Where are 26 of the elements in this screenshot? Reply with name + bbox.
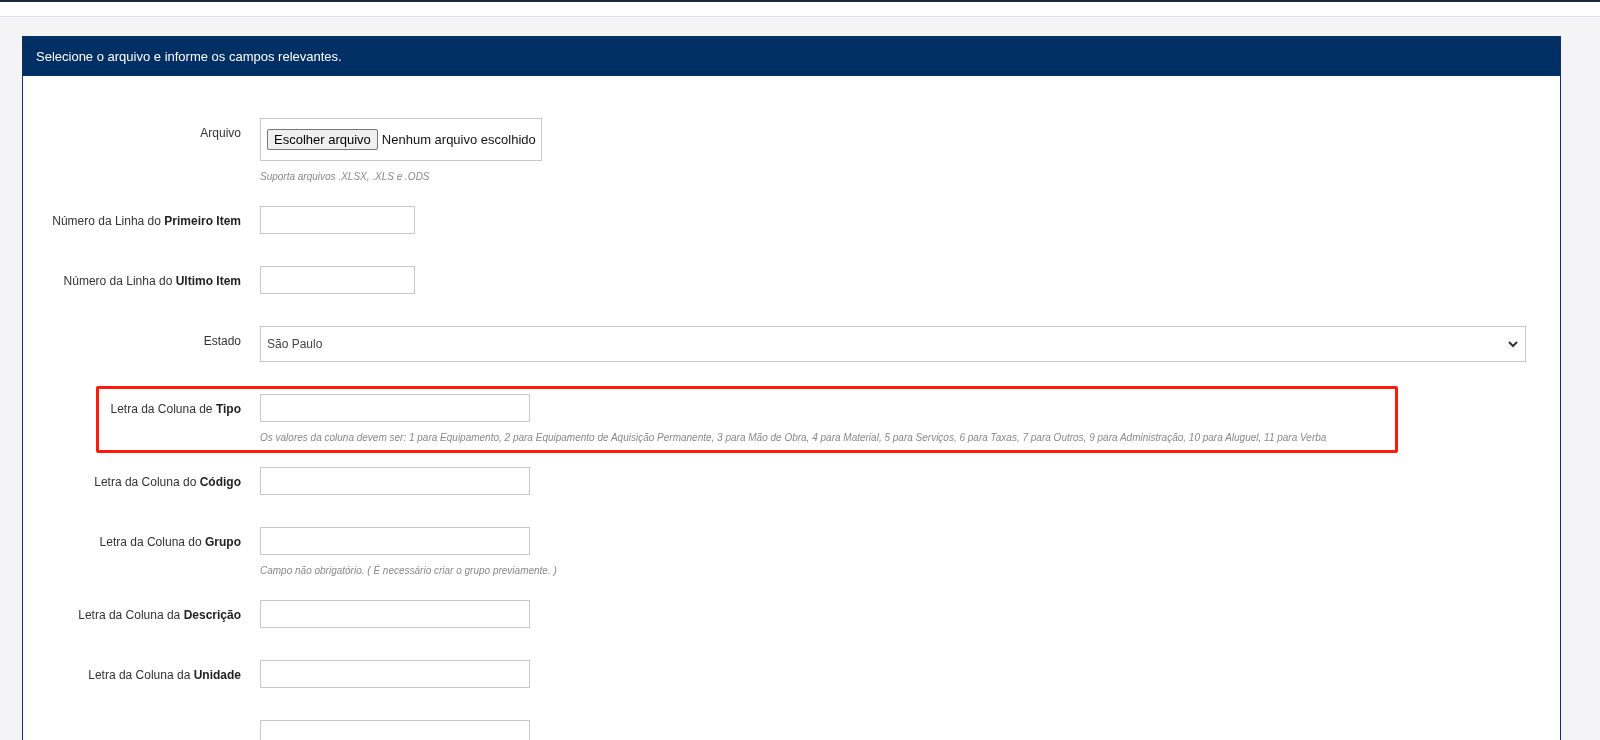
state-select[interactable]: São Paulo (260, 326, 1526, 362)
field-label: Letra da Coluna do Grupo (99, 534, 241, 549)
number-field[interactable] (260, 206, 415, 234)
column-letter-field[interactable] (260, 467, 530, 495)
column-letter-field[interactable] (260, 394, 530, 422)
panel-header: Selecione o arquivo e informe os campos relevantes. (23, 36, 1560, 76)
column-letter-field[interactable] (260, 600, 530, 628)
field-label: Letra da Coluna da Descrição (78, 607, 241, 622)
field-label: Letra da Coluna do Código (94, 474, 241, 489)
field-hint: Os valores da coluna devem ser: 1 para Equipamento, 2 para Equipamento de Aquisição Permanente, 3 para Mão de Obra, 4 para Material, 5 para Serviços, 6 para Taxas, 7 para Outros, 9 para Administração, 10 para Aluguel, 11 para Verba (260, 432, 1327, 443)
field-hint: Suporta arquivos .XLSX, .XLS e .ODS (260, 171, 430, 182)
number-field[interactable] (260, 266, 415, 294)
file-field[interactable]: Escolher arquivo Nenhum arquivo escolhido (260, 118, 542, 161)
field-label: Letra da Coluna da Unidade (88, 667, 241, 682)
chevron-down-icon (1507, 340, 1519, 348)
field-label: Arquivo (200, 125, 241, 140)
column-letter-field[interactable] (260, 720, 530, 740)
column-letter-field[interactable] (260, 527, 530, 555)
field-label: Número da Linha do Ultimo Item (63, 273, 241, 288)
field-label: Estado (203, 333, 241, 348)
choose-file-button[interactable]: Escolher arquivo (267, 129, 378, 150)
column-letter-field[interactable] (260, 660, 530, 688)
file-status: Nenhum arquivo escolhido (381, 132, 536, 147)
field-label: Letra da Coluna de Tipo (110, 401, 241, 416)
field-hint: Campo não obrigatório. ( É necessário criar o grupo previamente. ) (260, 565, 557, 576)
field-label: Número da Linha do Primeiro Item (52, 213, 241, 228)
